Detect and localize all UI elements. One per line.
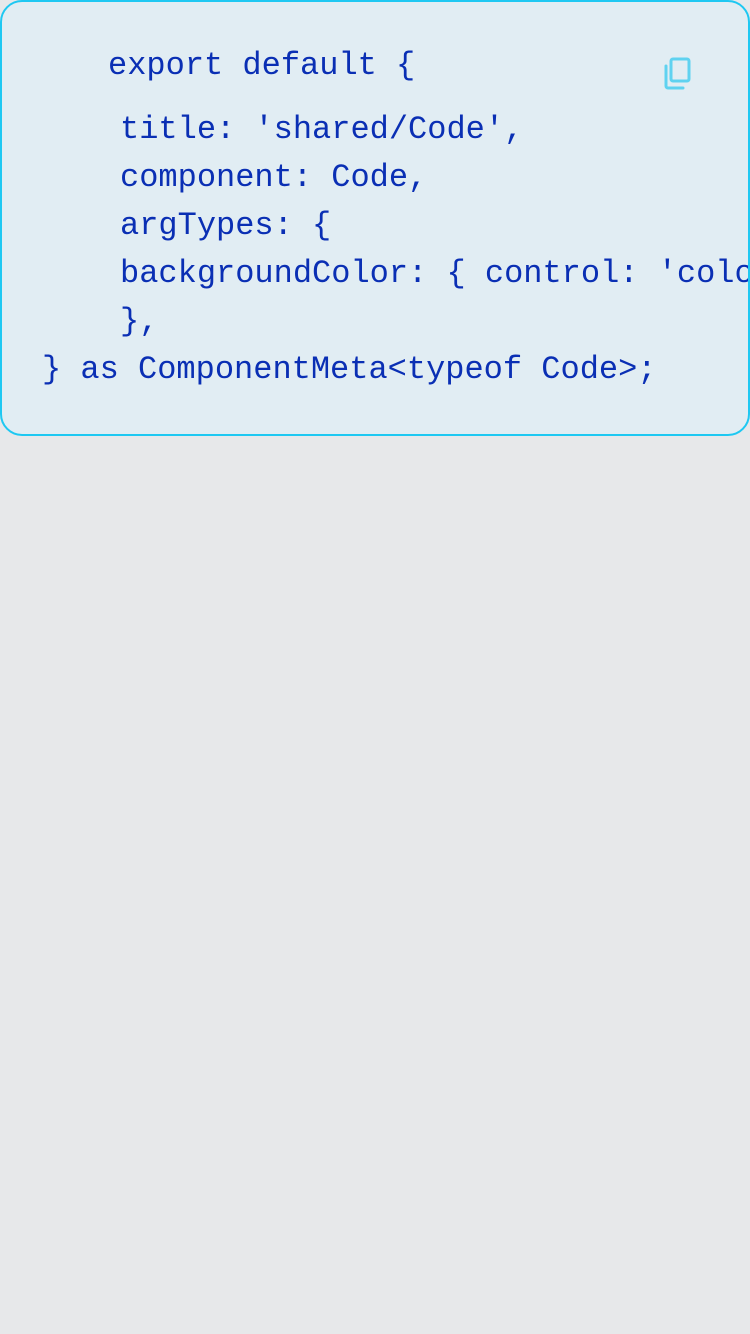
code-line-6: }, — [120, 303, 159, 340]
code-line-7: } as ComponentMeta<typeof Code>; — [42, 351, 657, 388]
copy-button[interactable] — [656, 52, 698, 96]
code-line-1: export default { — [108, 47, 416, 84]
code-line-5: backgroundColor: { control: 'color' }, — [120, 255, 750, 292]
code-line-2: title: 'shared/Code', — [120, 111, 524, 148]
code-line-4: argTypes: { — [120, 207, 332, 244]
code-block: export default { title: 'shared/Code', c… — [0, 0, 750, 436]
code-line-3: component: Code, — [120, 159, 428, 196]
copy-icon — [664, 57, 691, 90]
